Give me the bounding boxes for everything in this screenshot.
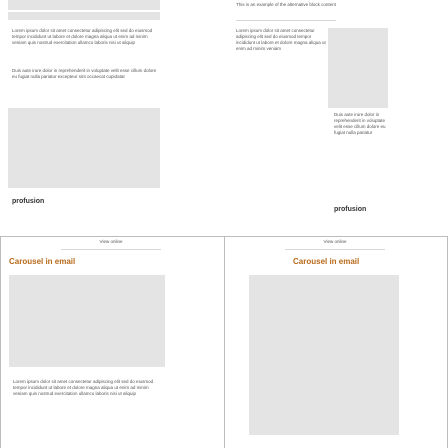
top-left-header-image (8, 0, 160, 10)
bottom-right-caption[interactable]: View online (285, 239, 385, 245)
top-left-header-image-2 (8, 12, 160, 20)
top-right-image-placeholder (328, 28, 388, 108)
bottom-left-paragraph: Lorem ipsum dolor sit amet consectetur a… (13, 379, 154, 396)
top-left-image-placeholder (8, 108, 160, 188)
bottom-left-title: Carousel in email (9, 257, 76, 266)
top-right-label[interactable]: profusion (334, 206, 366, 213)
top-left-label[interactable]: profusion (12, 198, 44, 205)
bottom-right-panel: View online Carousel in email (225, 237, 447, 448)
bottom-left-caption-divider (61, 249, 161, 250)
top-left-paragraph-2: Duis aute irure dolor in reprehenderit i… (12, 68, 157, 79)
top-left-paragraph-1: Lorem ipsum dolor sit amet consectetur a… (12, 28, 153, 45)
bottom-right-title: Carousel in email (293, 257, 360, 266)
top-right-divider (236, 20, 336, 21)
top-right-caption: This is an example of the alternative bl… (236, 2, 336, 7)
top-left-panel: Lorem ipsum dolor sit amet consectetur a… (0, 0, 224, 236)
bottom-right-image-placeholder (249, 275, 399, 435)
bottom-left-panel: View online Carousel in email Lorem ipsu… (1, 237, 224, 448)
top-right-paragraph-1: Lorem ipsum dolor sit amet consectetur a… (236, 28, 326, 51)
bottom-left-hero-image (9, 275, 165, 367)
bottom-left-caption[interactable]: View online (61, 239, 161, 245)
bottom-right-caption-divider (285, 249, 385, 250)
top-right-panel: This is an example of the alternative bl… (224, 0, 448, 236)
top-right-paragraph-2: Duis aute irure dolor in reprehenderit i… (334, 112, 386, 135)
